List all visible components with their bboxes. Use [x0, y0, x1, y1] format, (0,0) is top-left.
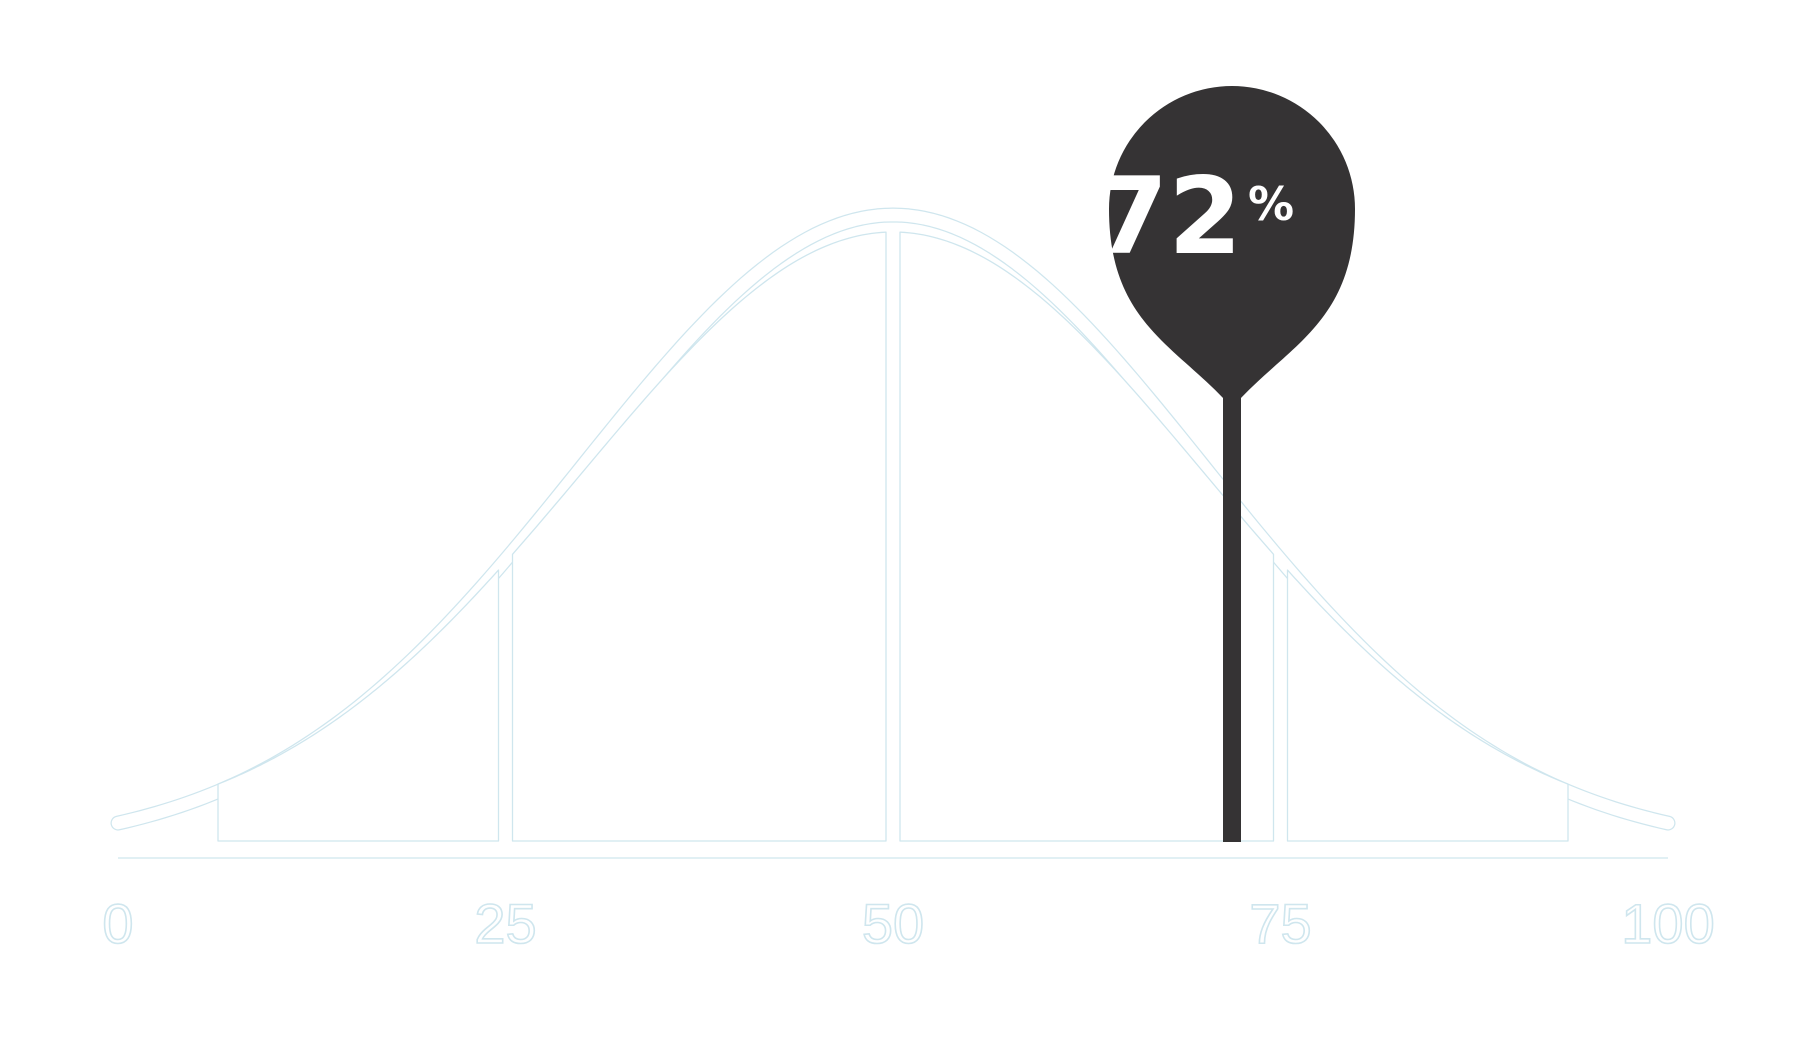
- bell-curve-group: [110, 207, 1676, 859]
- marker-value-label: 72: [1094, 155, 1242, 278]
- x-tick-label-75: 75: [1249, 892, 1311, 955]
- marker-unit-label: %: [1248, 177, 1294, 231]
- x-tick-label-0: 0: [102, 892, 133, 955]
- marker-stem: [1223, 393, 1241, 842]
- percentile-bell-curve-chart: 0 25 50 75 100 72 %: [102, 86, 1716, 956]
- x-tick-label-50: 50: [862, 892, 924, 955]
- x-axis-tick-labels: 0 25 50 75 100: [102, 891, 1716, 956]
- x-tick-label-100: 100: [1621, 892, 1714, 955]
- x-tick-label-25: 25: [474, 892, 536, 955]
